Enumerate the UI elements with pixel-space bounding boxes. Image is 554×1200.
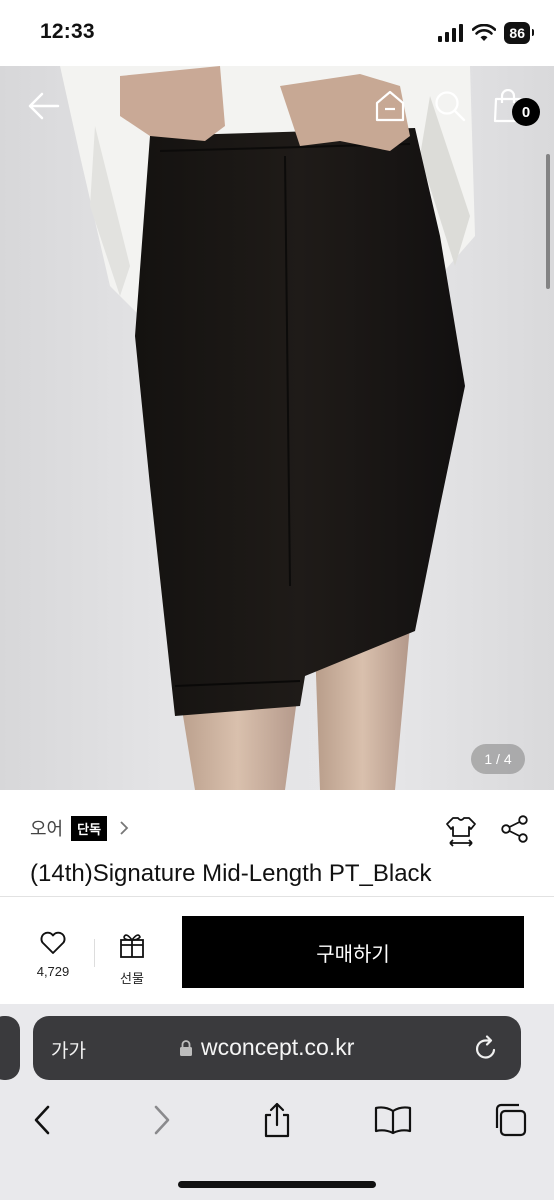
purchase-bar: 4,729 선물 구매하기 <box>0 896 554 1004</box>
back-button[interactable] <box>22 84 66 128</box>
url-display[interactable]: wconcept.co.kr <box>179 1034 354 1061</box>
forward-icon <box>154 1105 170 1135</box>
reload-icon[interactable] <box>473 1034 499 1062</box>
browser-share-button[interactable] <box>253 1096 301 1144</box>
product-photo <box>60 66 475 790</box>
signal-icon <box>438 24 464 42</box>
browser-back-button[interactable] <box>18 1096 66 1144</box>
search-button[interactable] <box>428 84 472 128</box>
search-icon <box>435 91 466 122</box>
gift-label: 선물 <box>120 971 144 986</box>
brand-name: 오어 <box>30 819 64 839</box>
home-icon <box>375 90 405 122</box>
status-bar: 12:33 86 <box>0 0 554 66</box>
scroll-indicator[interactable] <box>546 154 550 289</box>
tabs-icon <box>495 1103 527 1137</box>
address-bar[interactable]: 가가 wconcept.co.kr <box>33 1016 521 1080</box>
browser-forward-button[interactable] <box>138 1096 186 1144</box>
like-count: 4,729 <box>36 964 70 979</box>
buy-button[interactable]: 구매하기 <box>182 916 524 988</box>
page-settings-button[interactable]: 가가 <box>51 1036 86 1063</box>
tabs-button[interactable] <box>486 1096 534 1144</box>
share-icon <box>264 1102 290 1138</box>
info-actions <box>444 814 530 848</box>
battery-indicator: 86 <box>504 22 534 44</box>
divider <box>94 939 95 967</box>
back-icon <box>34 1105 50 1135</box>
back-arrow-icon <box>28 92 60 120</box>
cart-count-badge: 0 <box>512 98 540 126</box>
image-pager: 1 / 4 <box>471 744 525 774</box>
chevron-right-icon <box>120 821 129 835</box>
share-icon[interactable] <box>500 814 530 844</box>
previous-tab[interactable] <box>0 1016 20 1080</box>
gift-button[interactable]: 선물 <box>112 931 152 987</box>
brand-link[interactable]: 오어 단독 <box>30 815 129 841</box>
product-title: (14th)Signature Mid-Length PT_Black <box>30 860 432 887</box>
home-button[interactable] <box>368 84 412 128</box>
bookmarks-button[interactable] <box>369 1096 417 1144</box>
status-icons: 86 <box>438 22 534 44</box>
browser-toolbar <box>0 1096 554 1144</box>
url-text: wconcept.co.kr <box>201 1034 355 1060</box>
home-indicator <box>178 1181 376 1188</box>
browser-chrome: 가가 wconcept.co.kr <box>0 1004 554 1200</box>
image-header <box>0 66 554 146</box>
size-guide-icon[interactable] <box>444 814 478 848</box>
gift-icon <box>120 934 144 958</box>
heart-icon <box>40 931 66 954</box>
status-time: 12:33 <box>40 20 95 43</box>
product-image[interactable] <box>0 66 554 790</box>
lock-icon <box>180 1039 192 1056</box>
like-button[interactable]: 4,729 <box>28 931 78 979</box>
exclusive-badge: 단독 <box>71 815 108 841</box>
bookmarks-icon <box>374 1106 412 1135</box>
wifi-icon <box>472 24 497 41</box>
